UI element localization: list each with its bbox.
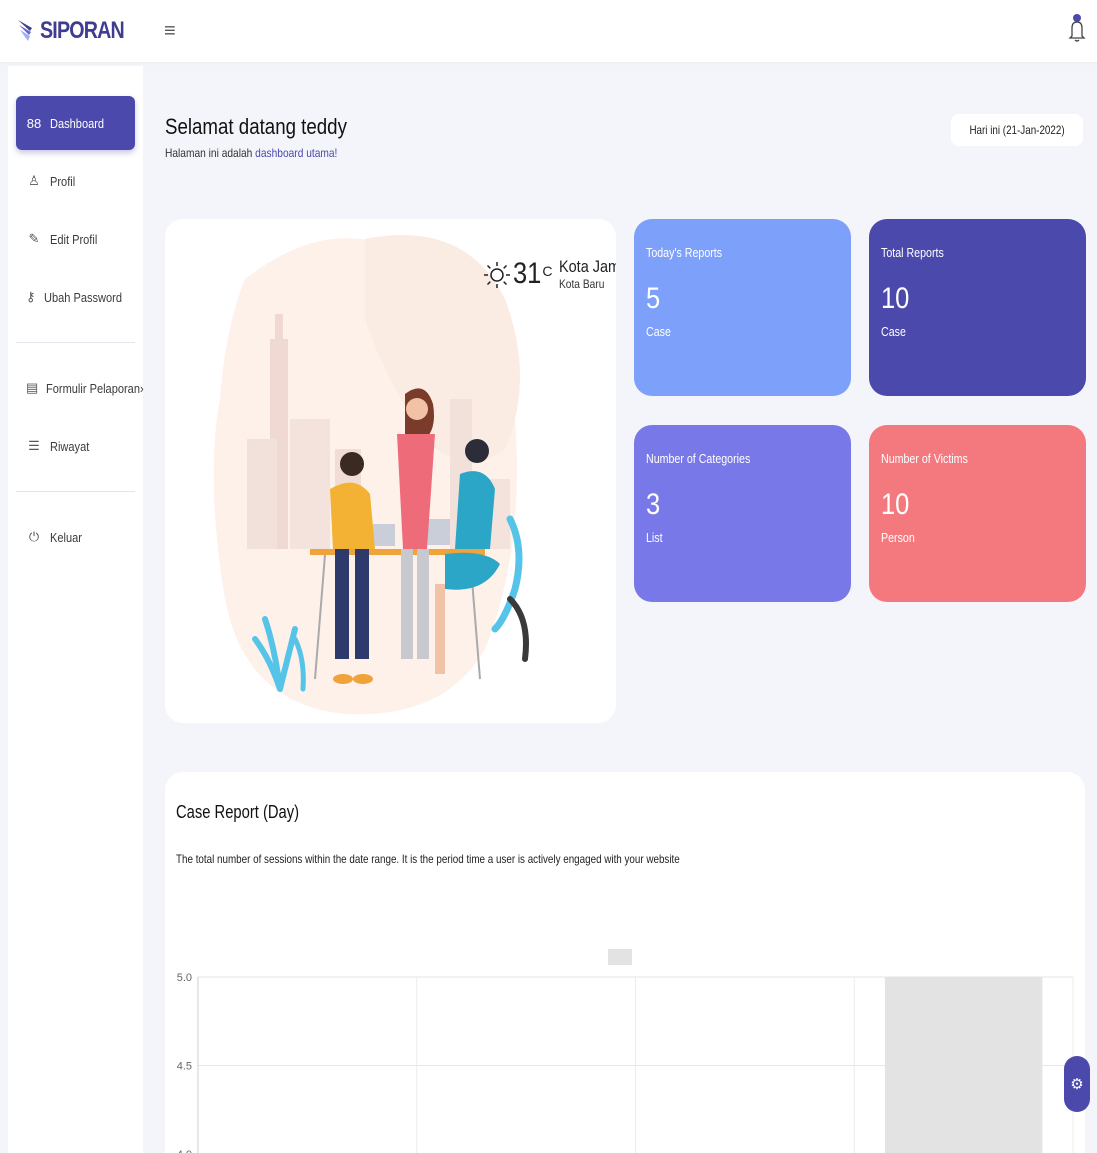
sidebar-item-riwayat[interactable]: ☰ Riwayat <box>16 419 135 473</box>
sidebar-divider <box>16 342 135 343</box>
sidebar-item-dashboard[interactable]: 88 Dashboard <box>16 96 135 150</box>
key-icon: ⚷ <box>26 289 36 304</box>
welcome-block: Selamat datang teddy Halaman ini adalah … <box>165 114 379 160</box>
stat-card-total-reports[interactable]: Total Reports 10 Case <box>869 219 1086 396</box>
weather-illustration-card: 31 C Kota Jambi Kota Baru <box>165 219 616 723</box>
user-icon: ♙ <box>28 173 40 188</box>
y-tick-label: 5.0 <box>177 972 192 984</box>
y-tick-label: 4.0 <box>177 1149 192 1153</box>
weather-city: Kota Jambi <box>558 257 617 276</box>
dashboard-grid-icon: 88 <box>26 115 42 131</box>
sidebar-item-formulir-pelaporan[interactable]: ▤ Formulir Pelaporan› <box>16 361 144 415</box>
sidebar-item-label: Dashboard <box>50 115 105 131</box>
y-tick-label: 4.5 <box>177 1061 192 1073</box>
sidebar-divider <box>16 491 135 492</box>
edit-user-icon: ✎ <box>28 231 40 246</box>
stat-value: 10 <box>881 488 910 521</box>
weather-location: Kota Jambi Kota Baru <box>559 257 617 291</box>
gear-icon: ⚙ <box>1070 1076 1084 1093</box>
stat-value: 5 <box>646 282 661 315</box>
chart-description: The total number of sessions within the … <box>176 852 680 866</box>
sidebar: 88 Dashboard ♙ Profil ✎ Edit Profil ⚷ Ub… <box>8 66 144 1153</box>
case-report-card: Case Report (Day) The total number of se… <box>165 772 1085 1153</box>
chart-legend-swatch <box>608 949 632 965</box>
chevron-right-icon: › <box>140 380 144 396</box>
stat-unit: List <box>646 530 663 545</box>
notification-bell-icon[interactable] <box>1067 12 1087 44</box>
sidebar-item-label: Keluar <box>50 529 82 545</box>
history-list-icon: ☰ <box>28 438 40 453</box>
sidebar-item-edit-profil[interactable]: ✎ Edit Profil <box>16 212 135 266</box>
settings-fab-button[interactable]: ⚙ <box>1064 1056 1090 1112</box>
sidebar-item-label: Formulir Pelaporan› <box>46 380 144 396</box>
sidebar-item-profil[interactable]: ♙ Profil <box>16 154 135 208</box>
stat-value: 10 <box>881 282 910 315</box>
sidebar-item-ubah-password[interactable]: ⚷ Ubah Password <box>16 270 135 324</box>
form-icon: ▤ <box>26 380 39 395</box>
weather-area: Kota Baru <box>558 277 604 291</box>
sidebar-item-label: Edit Profil <box>50 231 98 247</box>
weather-widget: 31 C Kota Jambi Kota Baru <box>483 257 616 291</box>
dashboard-link[interactable]: dashboard utama! <box>255 146 337 160</box>
temperature-value: 31 <box>513 257 542 290</box>
top-navbar: SIPORAN ≡ <box>0 0 1097 62</box>
power-icon: ⏻ <box>28 529 40 544</box>
stat-unit: Case <box>881 324 906 339</box>
chart-bar <box>884 977 1043 1153</box>
stat-card-todays-reports[interactable]: Today's Reports 5 Case <box>634 219 851 396</box>
stat-unit: Person <box>881 530 915 545</box>
date-chip[interactable]: Hari ini (21-Jan-2022) <box>950 114 1083 146</box>
stat-title: Number of Categories <box>646 451 751 466</box>
chart-title: Case Report (Day) <box>176 802 300 822</box>
page-title: Selamat datang teddy <box>165 114 347 139</box>
people-meeting-illustration <box>213 235 529 715</box>
stat-unit: Case <box>646 324 671 339</box>
sidebar-item-label: Profil <box>50 173 76 189</box>
brand[interactable]: SIPORAN <box>0 17 160 45</box>
siporan-logo-icon <box>18 20 32 41</box>
stat-title: Today's Reports <box>646 245 723 260</box>
stat-card-number-of-victims[interactable]: Number of Victims 10 Person <box>869 425 1086 602</box>
sidebar-item-keluar[interactable]: ⏻ Keluar <box>16 510 135 564</box>
sidebar-item-label: Riwayat <box>50 438 90 454</box>
sidebar-item-label: Ubah Password <box>43 289 122 305</box>
stat-value: 3 <box>646 488 661 521</box>
sun-icon <box>484 262 510 288</box>
temperature-unit: C <box>542 263 553 279</box>
menu-toggle-icon[interactable]: ≡ <box>164 20 176 43</box>
page-subtitle: Halaman ini adalah dashboard utama! <box>165 146 338 160</box>
stat-title: Total Reports <box>881 245 944 260</box>
stat-card-number-of-categories[interactable]: Number of Categories 3 List <box>634 425 851 602</box>
case-report-chart: 5.0 4.5 4.0 <box>177 949 1074 1153</box>
stat-title: Number of Victims <box>881 451 968 466</box>
brand-name: SIPORAN <box>40 17 125 44</box>
